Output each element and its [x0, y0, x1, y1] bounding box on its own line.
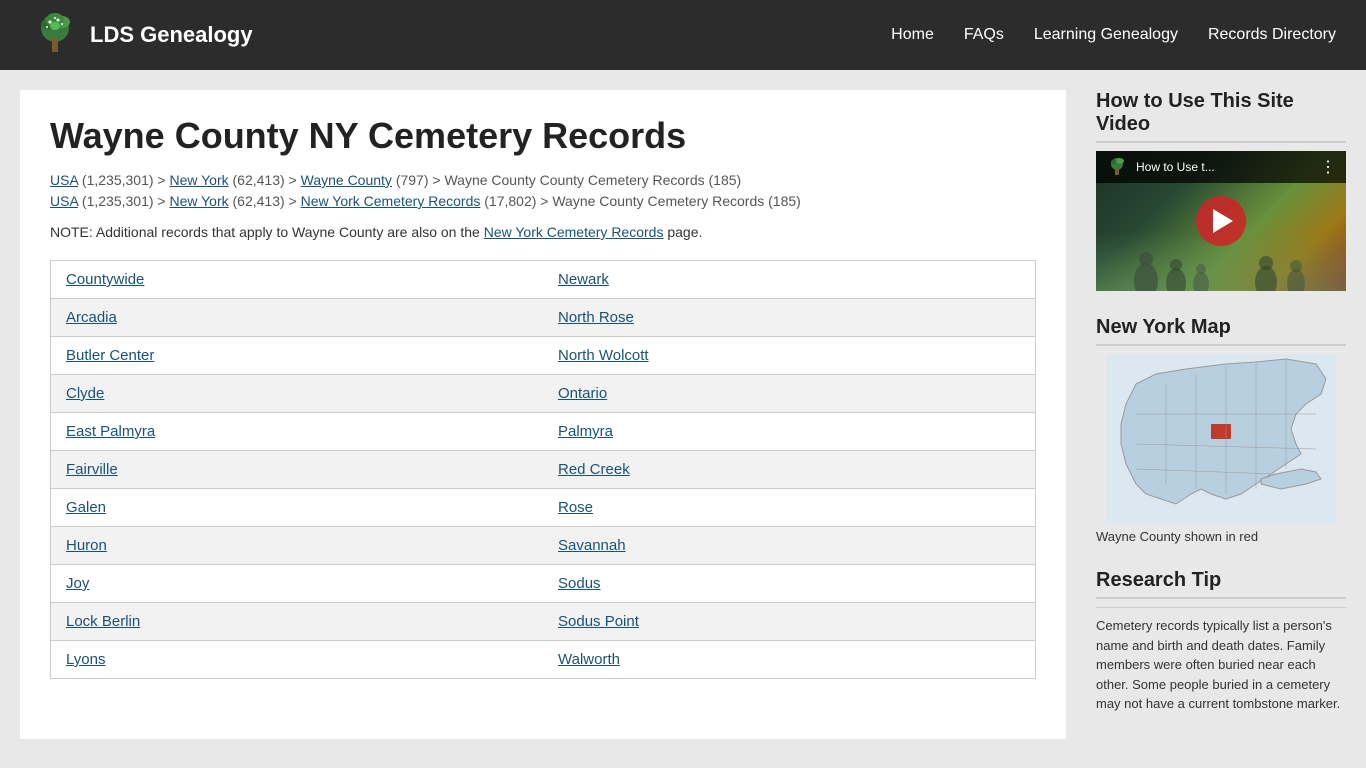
nav-faqs[interactable]: FAQs: [964, 26, 1004, 44]
breadcrumb-usa-2[interactable]: USA: [50, 193, 78, 209]
map-section-title: New York Map: [1096, 316, 1346, 346]
cemetery-table: Countywide Newark Arcadia North Rose Butler …: [50, 260, 1036, 679]
cemetery-link-2-1[interactable]: North Wolcott: [558, 347, 649, 364]
table-row: Arcadia North Rose: [51, 299, 1036, 337]
breadcrumb-2: USA (1,235,301) > New York (62,413) > Ne…: [50, 193, 1036, 209]
breadcrumb-ny-cemetery[interactable]: New York Cemetery Records: [301, 193, 481, 209]
cemetery-link-5-1[interactable]: Red Creek: [558, 461, 630, 478]
breadcrumb-ny-2[interactable]: New York: [169, 193, 228, 209]
cemetery-link-4-0[interactable]: East Palmyra: [66, 423, 155, 440]
logo-area[interactable]: LDS Genealogy: [30, 10, 253, 60]
breadcrumb-1: USA (1,235,301) > New York (62,413) > Wa…: [50, 172, 1036, 188]
site-header: LDS Genealogy Home FAQs Learning Genealo…: [0, 0, 1366, 70]
cemetery-tbody: Countywide Newark Arcadia North Rose Butler …: [51, 261, 1036, 679]
cemetery-link-5-0[interactable]: Fairville: [66, 461, 118, 478]
cemetery-link-0-0[interactable]: Countywide: [66, 271, 144, 288]
cemetery-link-9-0[interactable]: Lock Berlin: [66, 613, 140, 630]
main-wrapper: Wayne County NY Cemetery Records USA (1,…: [0, 70, 1366, 759]
nav-learning[interactable]: Learning Genealogy: [1034, 26, 1178, 44]
nav-home[interactable]: Home: [891, 26, 934, 44]
table-row: Fairville Red Creek: [51, 451, 1036, 489]
ny-state-map: [1096, 354, 1346, 524]
cemetery-link-6-1[interactable]: Rose: [558, 499, 593, 516]
cemetery-link-1-1[interactable]: North Rose: [558, 309, 634, 326]
sidebar: How to Use This Site Video How to Use t.…: [1096, 90, 1346, 739]
table-row: Countywide Newark: [51, 261, 1036, 299]
cemetery-link-10-1[interactable]: Walworth: [558, 651, 620, 668]
research-tip-section: Research Tip Cemetery records typically …: [1096, 569, 1346, 714]
main-content: Wayne County NY Cemetery Records USA (1,…: [20, 90, 1066, 739]
cemetery-link-7-1[interactable]: Savannah: [558, 537, 626, 554]
logo-icon: [30, 10, 80, 60]
cemetery-link-1-0[interactable]: Arcadia: [66, 309, 117, 326]
research-tip-title: Research Tip: [1096, 569, 1346, 599]
cemetery-link-3-1[interactable]: Ontario: [558, 385, 607, 402]
research-tip-content: Cemetery records typically list a person…: [1096, 607, 1346, 714]
table-row: Lyons Walworth: [51, 641, 1036, 679]
map-section: New York Map: [1096, 316, 1346, 544]
table-row: Galen Rose: [51, 489, 1036, 527]
video-logo-icon: [1106, 156, 1128, 178]
video-thumbnail[interactable]: How to Use t... ⋮: [1096, 151, 1346, 291]
main-nav: Home FAQs Learning Genealogy Records Dir…: [891, 26, 1336, 44]
cemetery-link-0-1[interactable]: Newark: [558, 271, 609, 288]
table-row: Butler Center North Wolcott: [51, 337, 1036, 375]
breadcrumb-wayne-1[interactable]: Wayne County: [301, 172, 392, 188]
table-row: East Palmyra Palmyra: [51, 413, 1036, 451]
play-button[interactable]: [1196, 196, 1246, 246]
cemetery-link-6-0[interactable]: Galen: [66, 499, 106, 516]
cemetery-link-8-0[interactable]: Joy: [66, 575, 89, 592]
video-section: How to Use This Site Video How to Use t.…: [1096, 90, 1346, 291]
cemetery-link-3-0[interactable]: Clyde: [66, 385, 104, 402]
cemetery-link-4-1[interactable]: Palmyra: [558, 423, 613, 440]
note-text: NOTE: Additional records that apply to W…: [50, 224, 1036, 240]
cemetery-link-2-0[interactable]: Butler Center: [66, 347, 154, 364]
video-bar: How to Use t... ⋮: [1096, 151, 1346, 183]
ny-cemetery-link[interactable]: New York Cemetery Records: [484, 224, 664, 240]
video-menu-dots[interactable]: ⋮: [1320, 157, 1336, 177]
breadcrumb-usa-1[interactable]: USA: [50, 172, 78, 188]
cemetery-link-9-1[interactable]: Sodus Point: [558, 613, 639, 630]
table-row: Lock Berlin Sodus Point: [51, 603, 1036, 641]
nav-records[interactable]: Records Directory: [1208, 26, 1336, 44]
cemetery-link-7-0[interactable]: Huron: [66, 537, 107, 554]
table-row: Joy Sodus: [51, 565, 1036, 603]
table-row: Huron Savannah: [51, 527, 1036, 565]
play-icon: [1213, 209, 1233, 233]
cemetery-link-10-0[interactable]: Lyons: [66, 651, 105, 668]
page-title: Wayne County NY Cemetery Records: [50, 115, 1036, 157]
breadcrumb-ny-1[interactable]: New York: [169, 172, 228, 188]
map-caption: Wayne County shown in red: [1096, 529, 1346, 544]
cemetery-link-8-1[interactable]: Sodus: [558, 575, 601, 592]
table-row: Clyde Ontario: [51, 375, 1036, 413]
logo-text: LDS Genealogy: [90, 22, 253, 48]
video-title-label: How to Use t...: [1136, 160, 1215, 174]
video-section-title: How to Use This Site Video: [1096, 90, 1346, 143]
